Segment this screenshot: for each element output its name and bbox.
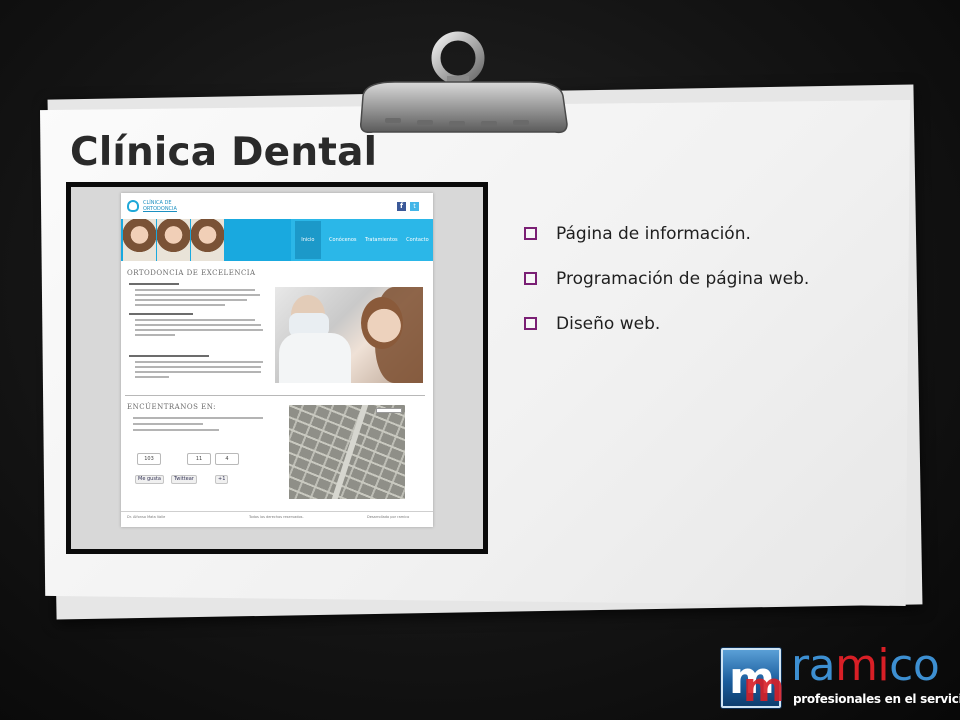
site-footer-rule (121, 511, 433, 512)
site-footer-right: Desarrollado por ramico (367, 515, 410, 519)
site-paragraph-line (133, 429, 219, 431)
tweet-count-box: 11 (187, 453, 211, 465)
bullet-item: Diseño web. (522, 314, 809, 359)
site-paragraph-line (135, 334, 175, 336)
website-screenshot: CLÍNICA DE ORTODONCIA f t Inicio Conócen… (71, 187, 483, 549)
tweet-label: Twittear (174, 476, 194, 482)
site-nav-item: Tratamientos (365, 237, 398, 243)
banner-photo (191, 219, 224, 261)
paper-clip-icon (360, 31, 568, 134)
plus-count: 4 (225, 456, 229, 462)
site-paragraph-line (135, 361, 263, 363)
like-label: Me gusta (138, 476, 161, 482)
site-divider (125, 395, 425, 396)
website-screenshot-frame: CLÍNICA DE ORTODONCIA f t Inicio Conócen… (66, 182, 488, 554)
site-footer-center: Todos los derechos reservados. (249, 515, 304, 519)
banner-photo (157, 219, 190, 261)
ramico-logo-mark: m m (721, 648, 785, 710)
site-nav-item: Contacto (406, 237, 429, 243)
site-paragraph-line (133, 423, 203, 425)
site-nav: Inicio Conócenos Tratamientos Contacto (291, 219, 433, 261)
site-paragraph-line (135, 324, 261, 326)
like-count-box: 103 (137, 453, 161, 465)
site-logo-line-2: ORTODONCIA (143, 206, 177, 212)
site-paragraph-line (135, 299, 247, 301)
site-paragraph-line (135, 289, 255, 291)
bullet-text: Diseño web. (556, 314, 661, 334)
like-count: 103 (144, 456, 154, 462)
bullet-text: Programación de página web. (556, 269, 810, 289)
square-bullet-icon (524, 272, 537, 285)
bullet-item: Programación de página web. (522, 269, 809, 314)
site-logo-text: CLÍNICA DE ORTODONCIA (143, 200, 177, 212)
site-footer-left: Dr. Alfonso Mata Valle (127, 515, 166, 519)
site-paragraph-line (135, 376, 169, 378)
slide: Clínica Dental CLÍNICA DE ORTODONCIA f t (0, 0, 960, 720)
like-button: Me gusta (135, 475, 164, 484)
site-header: CLÍNICA DE ORTODONCIA f t (121, 193, 433, 219)
website-page: CLÍNICA DE ORTODONCIA f t Inicio Conócen… (121, 193, 433, 527)
site-paragraph-line (135, 366, 261, 368)
tweet-button: Twittear (171, 475, 197, 484)
plus-count-box: 4 (215, 453, 239, 465)
facebook-icon: f (397, 202, 406, 211)
tweet-count: 11 (195, 456, 203, 462)
site-paragraph-line (135, 329, 263, 331)
site-paragraph-line (135, 319, 255, 321)
site-section-title: ORTODONCIA DE EXCELENCIA (127, 269, 256, 277)
site-nav-item: Inicio (295, 221, 321, 259)
ramico-tagline: profesionales en el servicio (793, 692, 960, 706)
dentist-photo (275, 287, 423, 383)
site-paragraph-line (135, 304, 225, 306)
ramico-logo: m m ramico profesionales en el servicio (721, 642, 960, 710)
site-paragraph-line (135, 294, 260, 296)
square-bullet-icon (524, 227, 537, 240)
plus-one-button: +1 (215, 475, 229, 484)
bullet-text: Página de información. (556, 224, 751, 244)
site-paragraph-line (129, 283, 179, 285)
bullet-item: Página de información. (522, 224, 809, 269)
plus-label: +1 (218, 476, 226, 482)
site-paragraph-line (133, 417, 263, 419)
slide-title: Clínica Dental (70, 130, 378, 175)
twitter-icon: t (410, 202, 419, 211)
tooth-logo-icon (127, 200, 139, 212)
banner-photo (123, 219, 156, 261)
site-paragraph-line (129, 313, 193, 315)
site-paragraph-line (135, 371, 261, 373)
site-nav-item: Conócenos (329, 237, 357, 243)
ramico-wordmark: ramico (791, 640, 940, 691)
site-paragraph-line (129, 355, 209, 357)
bullet-list: Página de información. Programación de p… (522, 224, 809, 359)
square-bullet-icon (524, 317, 537, 330)
site-map (289, 405, 405, 499)
site-location-title: ENCÚENTRANOS EN: (127, 403, 216, 411)
